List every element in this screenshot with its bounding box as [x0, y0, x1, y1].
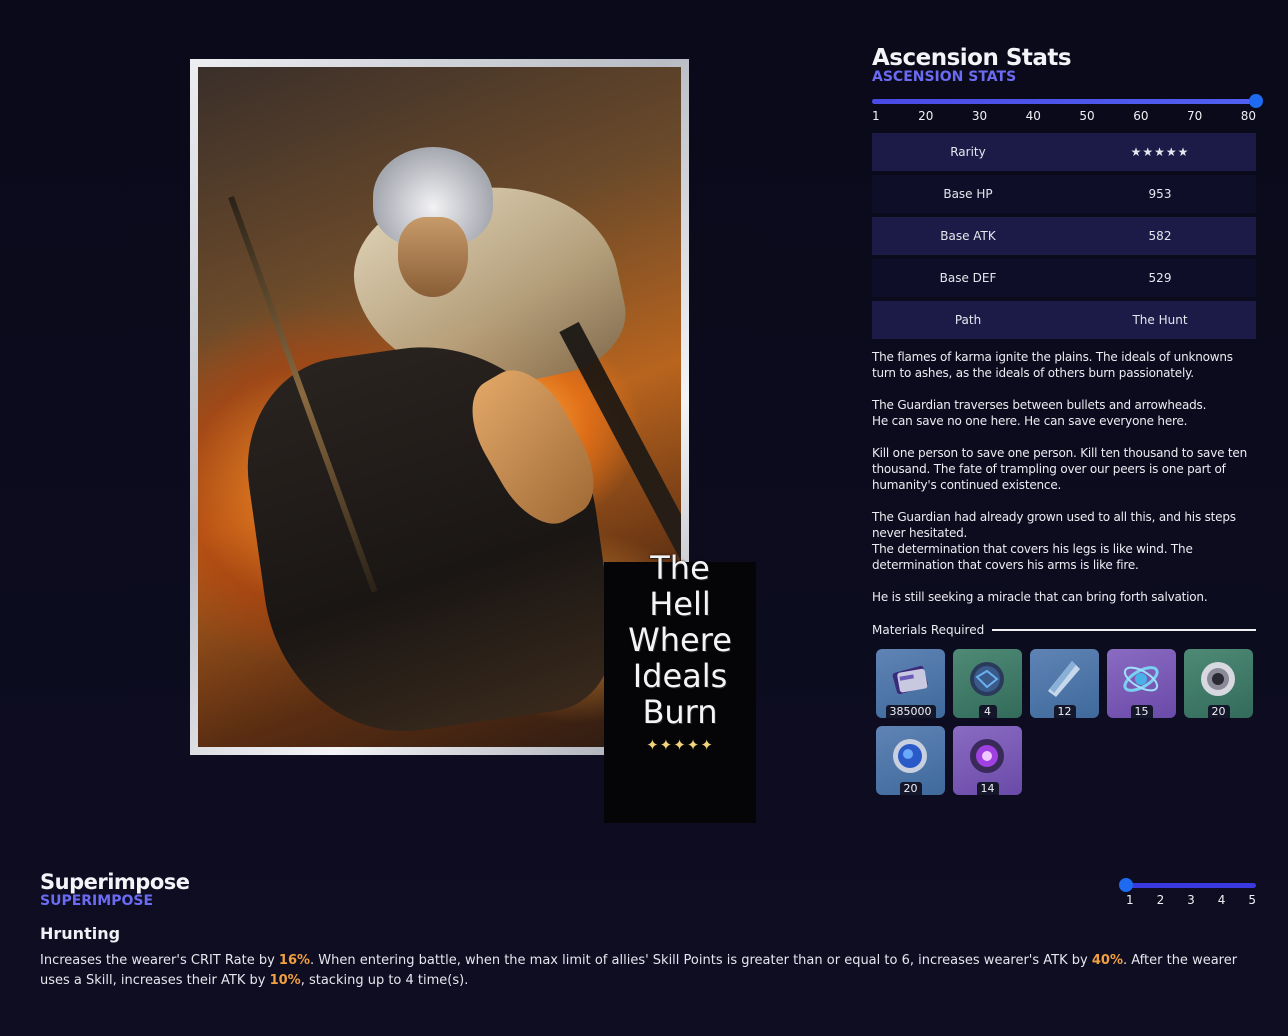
stat-value: 529 [1148, 271, 1172, 285]
ascension-panel: Ascension Stats ASCENSION STATS 1 20 30 … [872, 44, 1263, 795]
material-item[interactable]: 15 [1107, 649, 1176, 718]
superimpose-slider[interactable]: 1 2 3 4 5 [1119, 878, 1256, 907]
material-count: 20 [1207, 705, 1230, 718]
stat-label: Base ATK [940, 229, 996, 243]
skill-name: Hrunting [40, 924, 121, 943]
stat-row-path: Path The Hunt [872, 301, 1256, 339]
stat-row-base-def: Base DEF 529 [872, 259, 1256, 297]
stat-label: Base HP [943, 187, 993, 201]
card-title-line: Where [628, 621, 732, 659]
level-tick: 80 [1240, 109, 1256, 123]
card-title-line: Hell [649, 585, 711, 623]
card-stars: ✦✦✦✦✦ [646, 736, 714, 754]
level-tick: 60 [1133, 109, 1149, 123]
crystal-shard-icon [1048, 661, 1080, 697]
desc-value: 40% [1091, 953, 1123, 968]
material-count: 15 [1130, 705, 1153, 718]
desc-text: Increases the wearer's CRIT Rate by [40, 953, 279, 968]
materials-divider [992, 629, 1256, 631]
level-tick: 20 [918, 109, 934, 123]
material-count: 12 [1053, 705, 1076, 718]
level-tick: 40 [1025, 109, 1041, 123]
desc-value: 10% [269, 973, 301, 988]
stat-label: Path [954, 313, 982, 327]
silver-spiral-icon [1201, 662, 1235, 696]
desc-value: 16% [278, 953, 311, 968]
art-face [398, 217, 468, 297]
blue-arrowhead-icon [893, 739, 927, 773]
card-title-line: Ideals [632, 657, 728, 695]
superimpose-title: Superimpose [40, 870, 190, 894]
stats-table: Rarity ★★★★★ Base HP 953 Base ATK 582 Ba… [872, 133, 1256, 339]
purple-core-icon [970, 739, 1004, 773]
skill-description: Increases the wearer's CRIT Rate by 16%.… [40, 951, 1250, 991]
light-cone-page: The Hell Where Ideals Burn ✦✦✦✦✦ Ascensi… [0, 0, 1288, 1036]
desc-text: . When entering battle, when the max lim… [310, 953, 1092, 968]
blue-nexus-icon [1123, 666, 1159, 692]
ascension-title: Ascension Stats [872, 45, 1072, 71]
stat-row-rarity: Rarity ★★★★★ [872, 133, 1256, 171]
level-tick: 1 [872, 109, 880, 123]
superimpose-ticks: 1 2 3 4 5 [1126, 893, 1256, 907]
credit-card-icon [892, 665, 928, 695]
stat-value: ★★★★★ [1130, 145, 1190, 159]
superimpose-tick: 4 [1217, 893, 1226, 907]
superimpose-subtitle: SUPERIMPOSE [40, 893, 154, 909]
level-slider[interactable]: 1 20 30 40 50 60 70 80 [872, 94, 1263, 123]
stat-label: Base DEF [939, 271, 997, 285]
materials-grid: 385000 4 12 15 20 20 14 [876, 649, 1266, 795]
material-item[interactable]: 20 [1184, 649, 1253, 718]
desc-text: , stacking up to 4 time(s). [300, 973, 469, 988]
level-tick: 30 [971, 109, 988, 123]
superimpose-tick: 2 [1156, 893, 1165, 907]
card-title: The Hell Where Ideals Burn [604, 550, 756, 730]
material-item[interactable]: 20 [876, 726, 945, 795]
art-body [233, 325, 623, 747]
lore-text: The flames of karma ignite the plains. T… [872, 350, 1248, 604]
superimpose-section: Superimpose SUPERIMPOSE 1 2 3 4 5 Hrunti… [40, 868, 1256, 991]
card-title-line: Burn [642, 693, 718, 731]
material-count: 4 [978, 705, 997, 718]
card-title-line: The [650, 549, 710, 587]
stat-row-base-hp: Base HP 953 [872, 175, 1256, 213]
materials-label: Materials Required [872, 623, 985, 637]
material-count: 14 [976, 782, 999, 795]
stat-value: The Hunt [1132, 313, 1188, 327]
level-slider-fill [872, 99, 1256, 104]
superimpose-tick: 5 [1248, 893, 1256, 907]
material-item[interactable]: 12 [1030, 649, 1099, 718]
level-slider-thumb[interactable] [1249, 94, 1263, 108]
material-item[interactable]: 4 [953, 649, 1022, 718]
materials-header: Materials Required [872, 623, 1256, 637]
superimpose-slider-track[interactable] [1126, 883, 1256, 888]
dark-orb-icon [970, 662, 1004, 696]
level-tick: 50 [1079, 109, 1095, 123]
material-item[interactable]: 14 [953, 726, 1022, 795]
superimpose-slider-thumb[interactable] [1119, 878, 1133, 892]
card-title-box: The Hell Where Ideals Burn ✦✦✦✦✦ [604, 550, 756, 823]
stat-value: 582 [1148, 229, 1172, 243]
material-count: 385000 [885, 705, 936, 718]
level-ticks: 1 20 30 40 50 60 70 80 [872, 109, 1256, 123]
ascension-subtitle: ASCENSION STATS [872, 69, 1017, 85]
stat-value: 953 [1148, 187, 1172, 201]
stat-row-base-atk: Base ATK 582 [872, 217, 1256, 255]
superimpose-tick: 3 [1187, 893, 1195, 907]
material-count: 20 [899, 782, 922, 795]
stat-label: Rarity [950, 145, 986, 159]
level-tick: 70 [1186, 109, 1203, 123]
superimpose-tick: 1 [1126, 893, 1134, 907]
material-item[interactable]: 385000 [876, 649, 945, 718]
